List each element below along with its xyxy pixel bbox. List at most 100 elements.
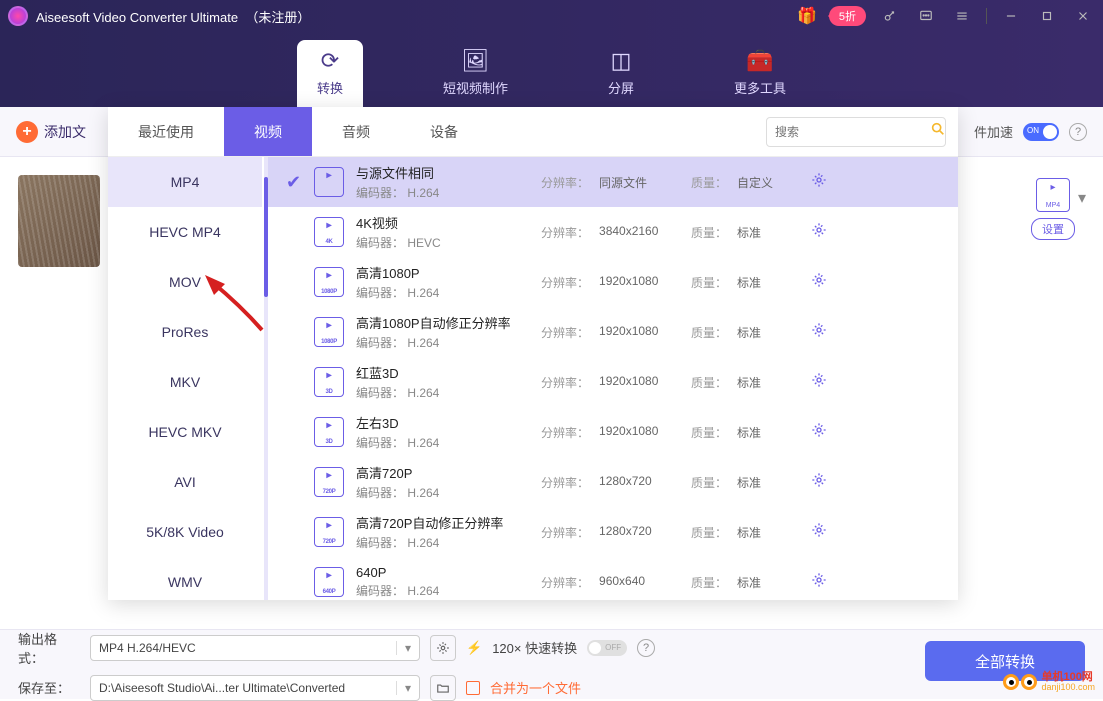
preset-format-icon: 1080P [314,317,344,347]
help-icon-2[interactable]: ? [637,639,655,657]
save-to-select[interactable]: D:\Aiseesoft Studio\Ai...ter Ultimate\Co… [90,675,420,701]
preset-encoder: 编码器： H.264 [356,534,541,551]
output-format-select[interactable]: MP4 H.264/HEVC▾ [90,635,420,661]
hw-accel-toggle[interactable]: ON [1023,123,1059,141]
key-icon[interactable] [878,4,902,28]
preset-resolution: 分辨率：1920x1080 [541,424,691,441]
preset-resolution: 分辨率：3840x2160 [541,224,691,241]
preset-quality: 质量：标准 [691,324,811,341]
format-item-wmv[interactable]: WMV [108,557,262,600]
gift-icon[interactable]: 🎁 [797,6,817,26]
preset-row[interactable]: 3D 红蓝3D 编码器： H.264 分辨率：1920x1080 质量：标准 [268,357,958,407]
gear-icon[interactable] [811,172,835,193]
preset-format-icon [314,167,344,197]
search-icon[interactable] [930,121,946,142]
format-item-mkv[interactable]: MKV [108,357,262,407]
output-format-badge[interactable]: MP4 [1036,178,1070,212]
app-logo [8,6,28,26]
menu-icon[interactable] [950,4,974,28]
check-icon: ✔ [286,172,314,193]
bolt-icon: ⚡ [466,640,482,656]
preset-format-icon: 720P [314,467,344,497]
output-settings-icon[interactable] [430,635,456,661]
open-folder-icon[interactable] [430,675,456,701]
gear-icon[interactable] [811,272,835,293]
preset-encoder: 编码器： H.264 [356,184,541,201]
merge-label: 合并为一个文件 [490,678,581,697]
maximize-button[interactable] [1035,4,1059,28]
feedback-icon[interactable] [914,4,938,28]
gear-icon[interactable] [811,372,835,393]
hw-accel-label: 件加速 [974,122,1013,141]
settings-button[interactable]: 设置 [1031,218,1075,240]
gear-icon[interactable] [811,222,835,243]
dd-tab-recent[interactable]: 最近使用 [108,107,224,156]
preset-row[interactable]: 3D 左右3D 编码器： H.264 分辨率：1920x1080 质量：标准 [268,407,958,457]
tab-split[interactable]: ◫分屏 [588,40,654,107]
add-file-button[interactable]: + 添加文 [16,121,86,143]
preset-quality: 质量：标准 [691,474,811,491]
help-icon[interactable]: ? [1069,123,1087,141]
preset-format-icon: 3D [314,367,344,397]
format-item-prores[interactable]: ProRes [108,307,262,357]
discount-badge[interactable]: 5折 [829,6,866,26]
search-box[interactable] [766,117,946,147]
tab-more-tools[interactable]: 🧰更多工具 [714,40,806,107]
preset-encoder: 编码器： HEVC [356,234,541,251]
preset-list: ✔ 与源文件相同 编码器： H.264 分辨率：同源文件 质量：自定义 4K 4… [268,157,958,600]
chevron-down-icon[interactable]: ▾ [1078,188,1086,208]
merge-checkbox[interactable] [466,681,480,695]
fast-convert-toggle[interactable]: OFF [587,640,627,656]
dd-tab-audio[interactable]: 音频 [312,107,400,156]
format-item-5k8kvideo[interactable]: 5K/8K Video [108,507,262,557]
plus-icon: + [16,121,38,143]
gear-icon[interactable] [811,422,835,443]
preset-format-icon: 640P [314,567,344,597]
preset-encoder: 编码器： H.264 [356,284,541,301]
preset-title: 高清1080P自动修正分辨率 [356,313,541,332]
preset-encoder: 编码器： H.264 [356,334,541,351]
preset-resolution: 分辨率：1280x720 [541,524,691,541]
watermark: 单机100网danji100.com [1003,671,1095,693]
format-item-hevcmp4[interactable]: HEVC MP4 [108,207,262,257]
preset-format-icon: 1080P [314,267,344,297]
preset-row[interactable]: ✔ 与源文件相同 编码器： H.264 分辨率：同源文件 质量：自定义 [268,157,958,207]
gear-icon[interactable] [811,472,835,493]
split-icon: ◫ [611,48,632,74]
preset-format-icon: 4K [314,217,344,247]
format-item-mov[interactable]: MOV [108,257,262,307]
preset-quality: 质量：标准 [691,224,811,241]
preset-title: 高清720P自动修正分辨率 [356,513,541,532]
preset-format-icon: 3D [314,417,344,447]
preset-title: 与源文件相同 [356,163,541,182]
preset-row[interactable]: 4K 4K视频 编码器： HEVC 分辨率：3840x2160 质量：标准 [268,207,958,257]
tab-convert[interactable]: ⟳转换 [297,40,363,107]
format-item-hevcmkv[interactable]: HEVC MKV [108,407,262,457]
dd-tab-device[interactable]: 设备 [400,107,488,156]
format-item-avi[interactable]: AVI [108,457,262,507]
preset-encoder: 编码器： H.264 [356,384,541,401]
preset-row[interactable]: 1080P 高清1080P自动修正分辨率 编码器： H.264 分辨率：1920… [268,307,958,357]
preset-encoder: 编码器： H.264 [356,484,541,501]
search-input[interactable] [775,125,930,139]
preset-row[interactable]: 720P 高清720P自动修正分辨率 编码器： H.264 分辨率：1280x7… [268,507,958,557]
gear-icon[interactable] [811,572,835,593]
preset-resolution: 分辨率：1920x1080 [541,374,691,391]
gear-icon[interactable] [811,322,835,343]
preset-resolution: 分辨率：1920x1080 [541,324,691,341]
preset-resolution: 分辨率：同源文件 [541,174,691,191]
preset-quality: 质量：标准 [691,574,811,591]
preset-title: 左右3D [356,413,541,432]
close-button[interactable] [1071,4,1095,28]
video-thumbnail[interactable] [18,175,100,267]
preset-row[interactable]: 1080P 高清1080P 编码器： H.264 分辨率：1920x1080 质… [268,257,958,307]
minimize-button[interactable] [999,4,1023,28]
preset-format-icon: 720P [314,517,344,547]
format-item-mp4[interactable]: MP4 [108,157,262,207]
tab-short-video[interactable]: 🖼短视频制作 [423,40,528,107]
preset-row[interactable]: 640P 640P 编码器： H.264 分辨率：960x640 质量：标准 [268,557,958,600]
dd-tab-video[interactable]: 视频 [224,107,312,156]
preset-resolution: 分辨率：1280x720 [541,474,691,491]
preset-row[interactable]: 720P 高清720P 编码器： H.264 分辨率：1280x720 质量：标… [268,457,958,507]
gear-icon[interactable] [811,522,835,543]
